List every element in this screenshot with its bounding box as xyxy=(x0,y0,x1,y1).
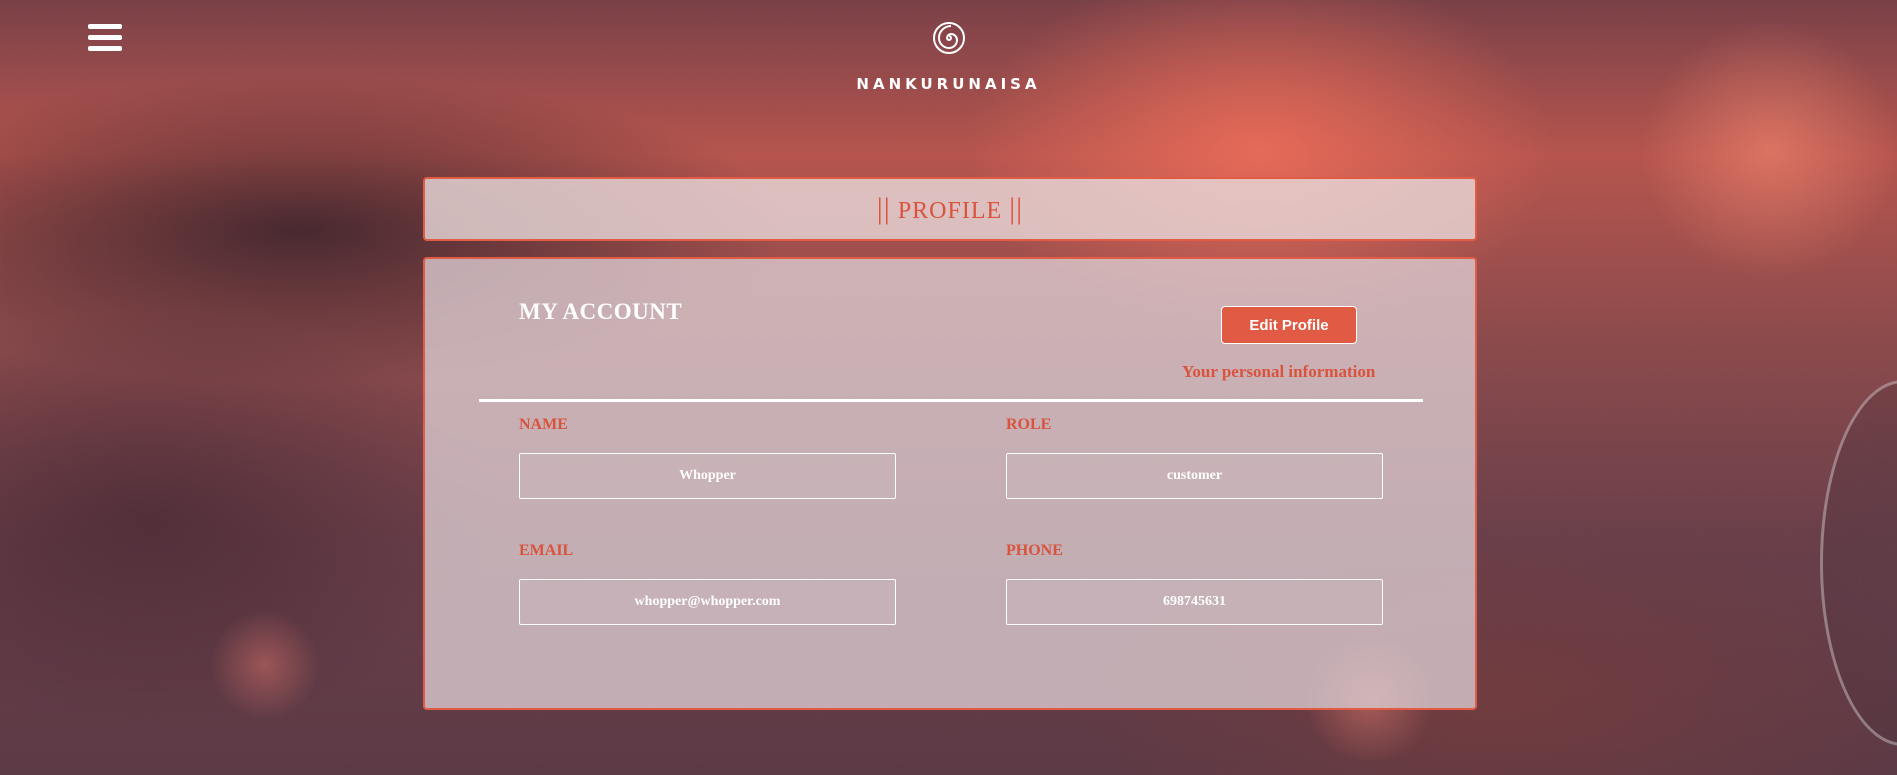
page-title-bar: || PROFILE || xyxy=(423,177,1477,241)
phone-field[interactable]: 698745631 xyxy=(1006,579,1383,625)
page-title-text: PROFILE xyxy=(897,198,1003,224)
edit-profile-button[interactable]: Edit Profile xyxy=(1221,306,1357,344)
background-bokeh xyxy=(1820,380,1897,746)
role-field[interactable]: customer xyxy=(1006,453,1383,499)
role-label: ROLE xyxy=(1006,416,1052,433)
personal-info-subtitle: Your personal information xyxy=(1182,362,1376,381)
spiral-icon[interactable] xyxy=(931,20,967,56)
brand-name[interactable]: NANKURUNAISA xyxy=(0,75,1897,93)
title-right-bars: || xyxy=(1009,192,1024,225)
name-field[interactable]: Whopper xyxy=(519,453,896,499)
email-label: EMAIL xyxy=(519,542,574,559)
background-bokeh xyxy=(210,610,320,720)
divider xyxy=(479,399,1423,402)
account-heading: MY ACCOUNT xyxy=(519,299,683,324)
account-card: MY ACCOUNT Edit Profile Your personal in… xyxy=(423,257,1477,710)
title-left-bars: || xyxy=(876,192,891,225)
name-label: NAME xyxy=(519,416,568,433)
site-header: NANKURUNAISA xyxy=(0,20,1897,93)
email-field[interactable]: whopper@whopper.com xyxy=(519,579,896,625)
page-title: || PROFILE || xyxy=(877,192,1023,226)
phone-label: PHONE xyxy=(1006,542,1063,559)
